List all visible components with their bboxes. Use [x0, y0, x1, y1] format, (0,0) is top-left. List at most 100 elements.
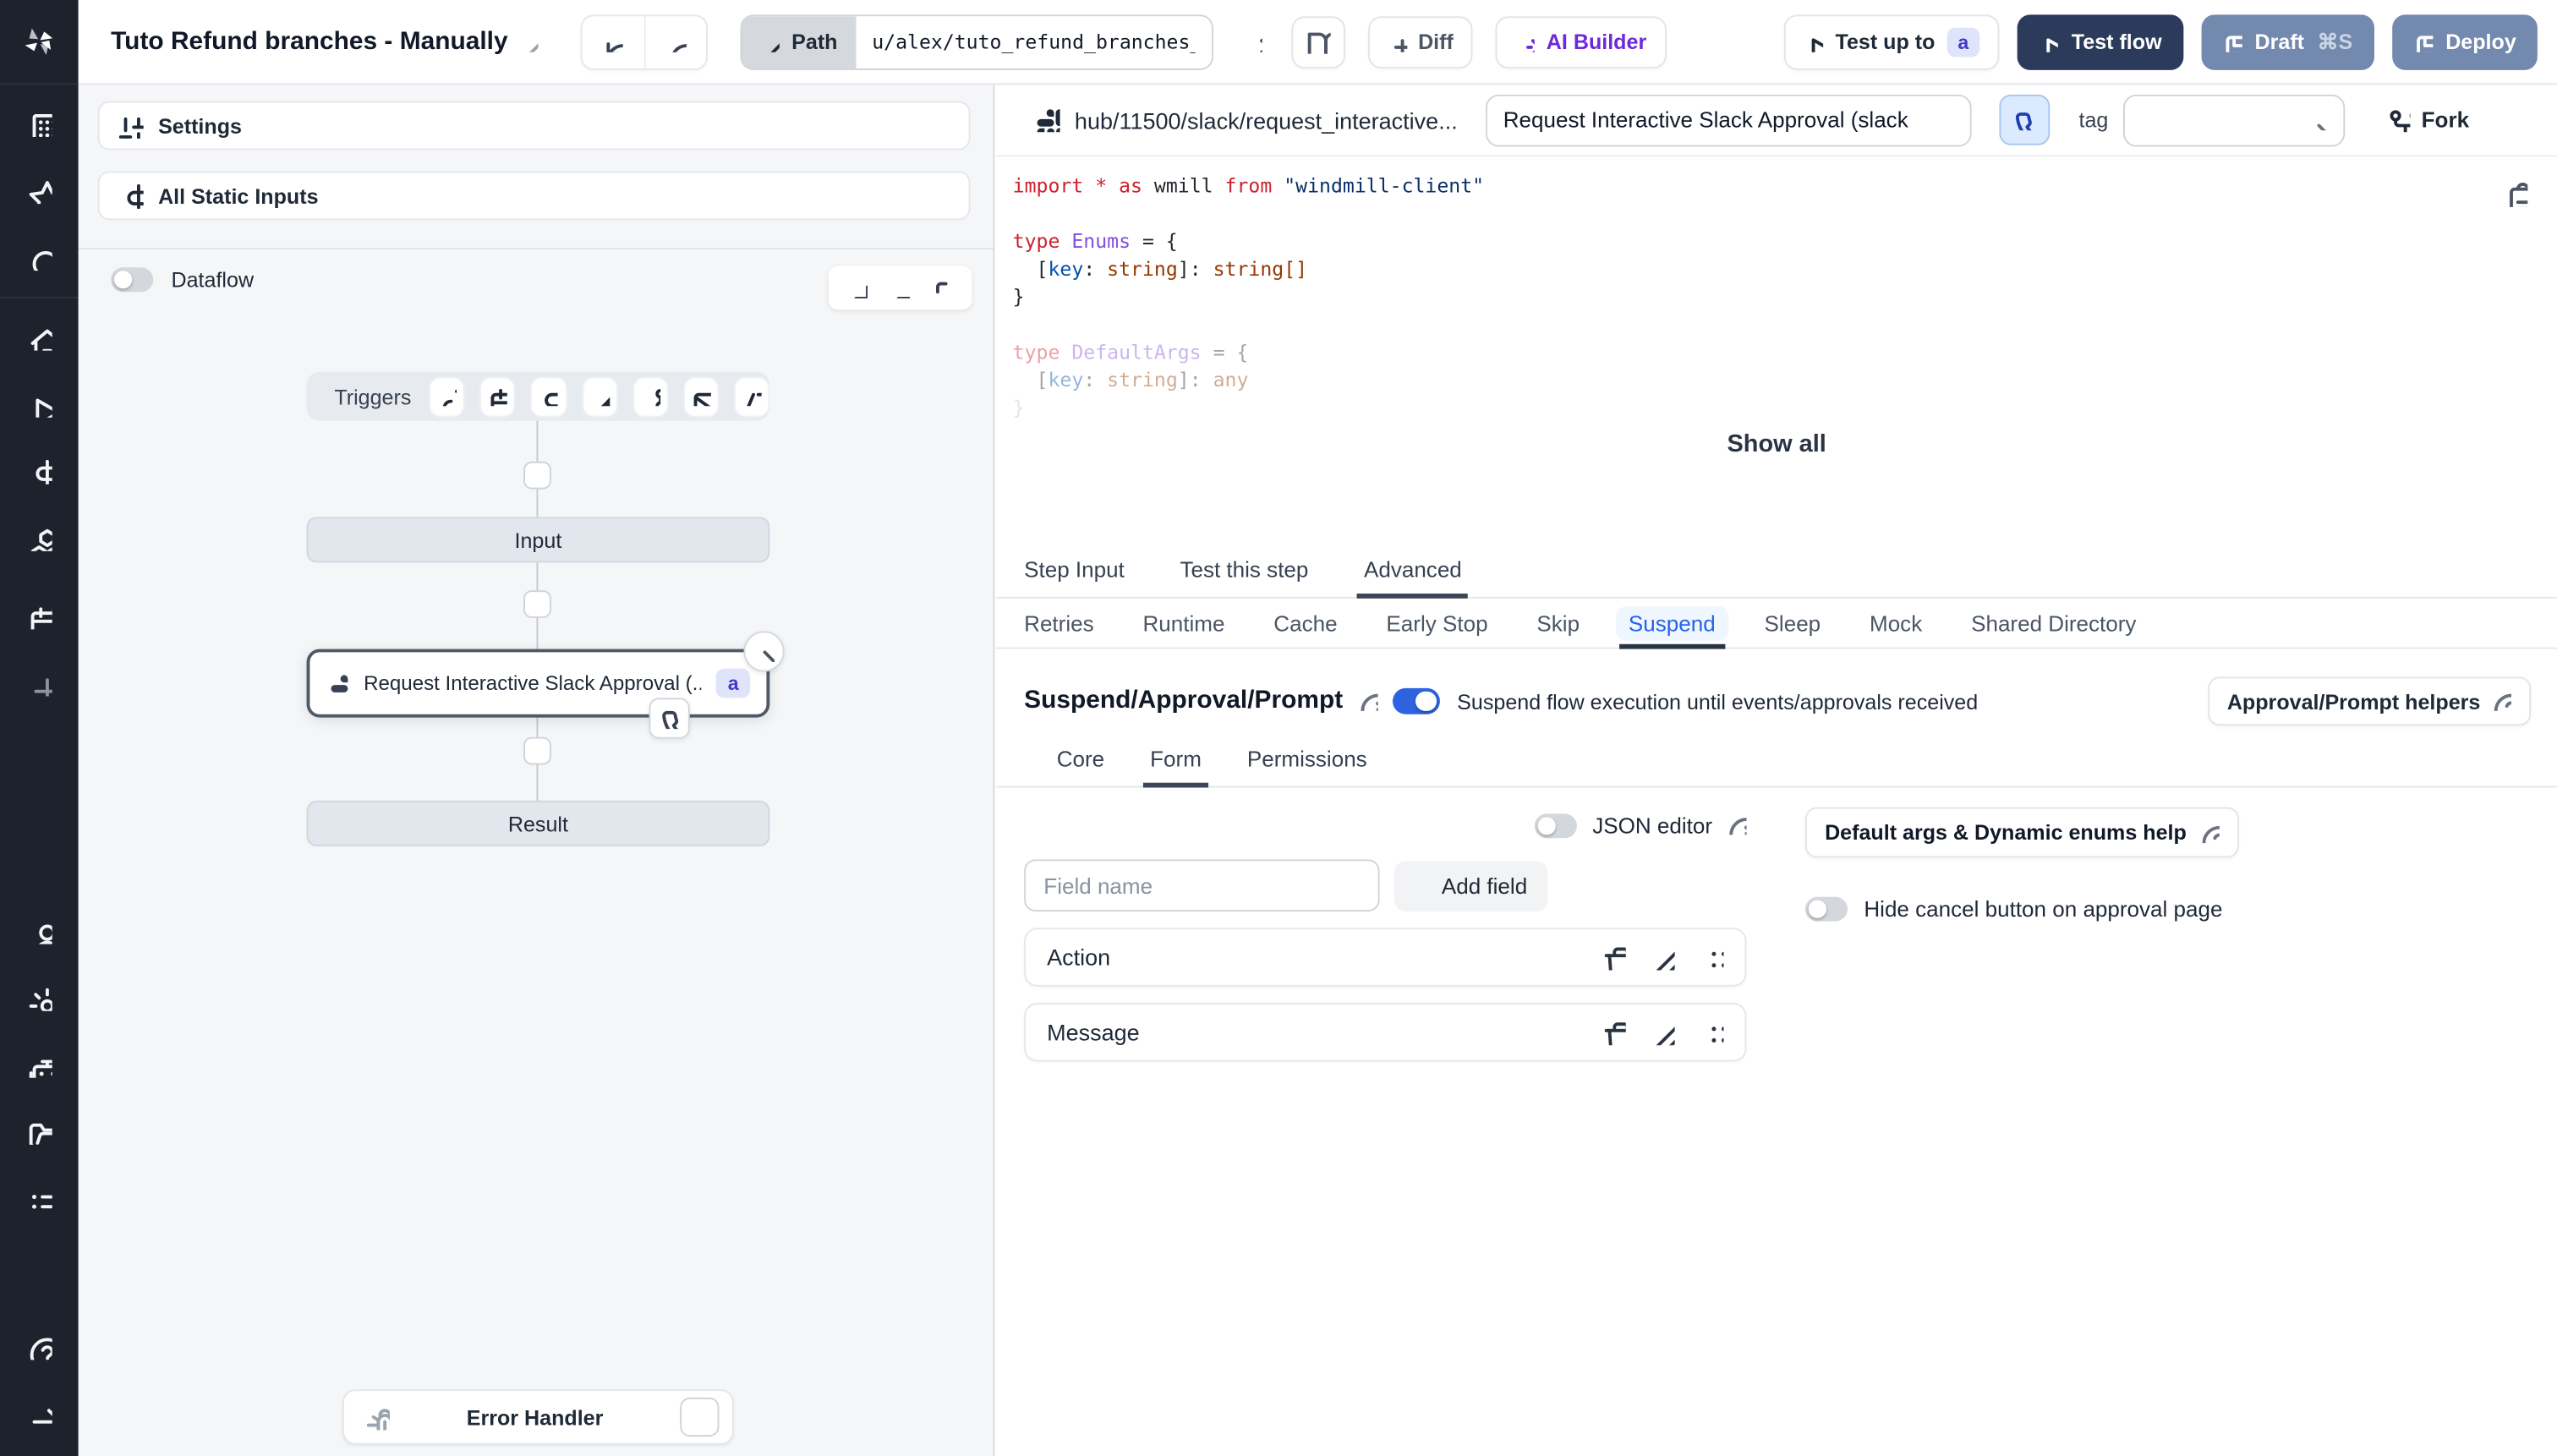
variables-icon[interactable] — [23, 455, 56, 488]
subtab-mock[interactable]: Mock — [1870, 599, 1922, 648]
panel-divider — [78, 248, 994, 250]
field-name-input[interactable] — [1024, 859, 1380, 912]
path-input[interactable] — [855, 15, 1212, 68]
dataflow-toggle[interactable] — [111, 267, 154, 293]
users-icon[interactable] — [23, 915, 56, 948]
schedules-icon[interactable] — [23, 600, 56, 633]
add-field-button[interactable]: Add field — [1393, 860, 1547, 911]
subtab-skip[interactable]: Skip — [1536, 599, 1580, 648]
insert-step-button-middle[interactable] — [523, 590, 551, 618]
delete-field-icon[interactable] — [1602, 945, 1626, 970]
flow-settings-button[interactable]: Settings — [97, 101, 971, 151]
error-handler-node[interactable]: Error Handler — [342, 1389, 734, 1445]
insert-step-button-bottom[interactable] — [523, 736, 551, 765]
draft-button[interactable]: Draft ⌘S — [2200, 14, 2374, 69]
email-trigger-icon[interactable] — [682, 375, 720, 417]
slack-approval-step-node[interactable]: Request Interactive Slack Approval (... … — [306, 649, 770, 718]
workspace-icon[interactable] — [23, 107, 56, 140]
delete-step-button[interactable] — [743, 631, 785, 672]
subtab-shared-directory[interactable]: Shared Directory — [1971, 599, 2136, 648]
info-icon[interactable] — [1727, 815, 1746, 835]
fork-button[interactable]: Fork — [2385, 107, 2469, 133]
more-options-icon[interactable] — [1235, 25, 1268, 58]
tab-step-input[interactable]: Step Input — [1024, 558, 1125, 597]
fit-view-icon[interactable] — [924, 270, 960, 305]
ai-builder-button[interactable]: AI Builder — [1496, 15, 1667, 68]
resources-icon[interactable] — [23, 522, 56, 555]
webhook-trigger-icon[interactable] — [429, 375, 466, 417]
test-up-to-button[interactable]: Test up to a — [1784, 14, 2000, 69]
code-editor-preview[interactable]: import * as wmill from "windmill-client"… — [996, 156, 2557, 424]
docs-button[interactable] — [1290, 15, 1345, 68]
subtab-retries[interactable]: Retries — [1024, 599, 1093, 648]
poll-trigger-icon[interactable] — [733, 375, 770, 417]
drag-handle-icon[interactable] — [1700, 945, 1724, 970]
windmill-logo[interactable] — [0, 0, 79, 85]
drag-handle-icon[interactable] — [1700, 1020, 1724, 1045]
workers-robot-icon[interactable] — [23, 1048, 56, 1081]
undo-button[interactable] — [583, 15, 644, 68]
subtab-early-stop[interactable]: Early Stop — [1386, 599, 1487, 648]
test-flow-button[interactable]: Test flow — [2018, 14, 2183, 69]
favorites-icon[interactable] — [23, 174, 56, 207]
deploy-button[interactable]: Deploy — [2391, 14, 2538, 69]
all-static-inputs-button[interactable]: All Static Inputs — [97, 171, 971, 221]
dataflow-label: Dataflow — [171, 267, 255, 293]
home-icon[interactable] — [23, 321, 56, 354]
step-summary-input[interactable] — [1485, 93, 1972, 146]
http-route-trigger-icon[interactable] — [530, 375, 567, 417]
tab-core[interactable]: Core — [1057, 747, 1104, 785]
delete-field-icon[interactable] — [1602, 1020, 1626, 1045]
insert-step-button-top[interactable] — [523, 461, 551, 490]
expand-sidebar-icon[interactable] — [23, 1398, 56, 1431]
show-all-button[interactable]: Show all — [996, 430, 2557, 458]
approval-prompt-helpers-button[interactable]: Approval/Prompt helpers — [2207, 676, 2532, 726]
subtab-sleep[interactable]: Sleep — [1765, 599, 1821, 648]
copy-code-icon[interactable] — [2503, 182, 2528, 207]
form-field-row[interactable]: Action — [1024, 928, 1747, 987]
tag-select[interactable] — [2122, 93, 2346, 146]
test-flow-label: Test flow — [2071, 29, 2162, 54]
folders-icon[interactable] — [23, 1115, 56, 1148]
field-name: Message — [1047, 1019, 1140, 1046]
redo-button[interactable] — [644, 15, 707, 68]
hub-script-path[interactable]: hub/11500/slack/request_interactive... — [1075, 107, 1458, 133]
subtab-cache[interactable]: Cache — [1273, 599, 1337, 648]
info-icon[interactable] — [1358, 692, 1377, 711]
runs-icon[interactable] — [23, 388, 56, 421]
suspend-enabled-toggle[interactable] — [1392, 687, 1439, 715]
triggers-node[interactable]: Triggers — [306, 371, 770, 421]
form-field-row[interactable]: Message — [1024, 1003, 1747, 1062]
zoom-in-icon[interactable] — [840, 270, 875, 305]
zoom-out-icon[interactable] — [882, 270, 917, 305]
add-item-icon[interactable] — [23, 667, 56, 700]
input-node[interactable]: Input — [306, 517, 770, 563]
search-icon[interactable] — [23, 241, 56, 274]
tab-permissions[interactable]: Permissions — [1247, 747, 1367, 785]
hide-cancel-toggle[interactable] — [1804, 896, 1848, 922]
help-icon[interactable] — [23, 1331, 56, 1364]
diff-button[interactable]: Diff — [1367, 15, 1474, 68]
result-node[interactable]: Result — [306, 800, 770, 846]
default-args-help-button[interactable]: Default args & Dynamic enums help — [1804, 807, 2239, 858]
tab-advanced[interactable]: Advanced — [1357, 558, 1469, 599]
tab-test-this-step[interactable]: Test this step — [1180, 558, 1308, 597]
tab-form[interactable]: Form — [1143, 747, 1207, 788]
websocket-trigger-icon[interactable] — [581, 375, 618, 417]
subtab-suspend[interactable]: Suspend — [1615, 599, 1729, 649]
schedule-trigger-icon[interactable] — [479, 375, 517, 417]
edit-field-icon[interactable] — [1651, 1020, 1675, 1045]
settings-gear-icon[interactable] — [23, 982, 56, 1015]
edit-field-icon[interactable] — [1651, 945, 1675, 970]
deploy-label: Deploy — [2445, 29, 2516, 54]
subtab-runtime[interactable]: Runtime — [1142, 599, 1224, 648]
json-editor-toggle[interactable] — [1535, 813, 1578, 838]
suspend-toggle-button[interactable] — [1999, 94, 2050, 145]
sidebar-group-admin — [0, 892, 79, 1238]
diff-label: Diff — [1418, 29, 1454, 54]
path-button[interactable]: Path — [742, 15, 856, 68]
add-error-handler-button[interactable] — [680, 1397, 720, 1437]
kafka-trigger-icon[interactable] — [632, 375, 669, 417]
edit-title-icon[interactable] — [519, 32, 539, 52]
audit-logs-icon[interactable] — [23, 1182, 56, 1215]
